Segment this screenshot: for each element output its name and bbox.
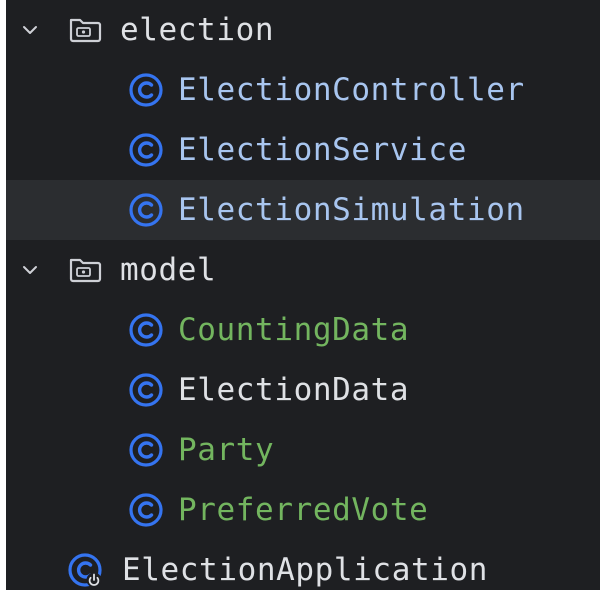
class-label: ElectionData [178,372,410,408]
class-icon [129,373,163,407]
class-label: PreferredVote [178,492,429,528]
class-label: ElectionSimulation [178,192,525,228]
tree-item-preferred-vote[interactable]: PreferredVote [6,480,600,540]
class-icon [129,313,163,347]
class-icon [129,133,163,167]
class-icon [129,433,163,467]
tree-folder-election[interactable]: election [6,0,600,60]
chevron-down-icon[interactable] [20,260,40,280]
class-label: ElectionApplication [122,552,489,588]
folder-icon [69,18,102,43]
class-label: CountingData [178,312,410,348]
class-icon [129,493,163,527]
tree-item-election-simulation[interactable]: ElectionSimulation [6,180,600,240]
tree-item-counting-data[interactable]: CountingData [6,300,600,360]
class-label: Party [178,432,275,468]
tree-item-party[interactable]: Party [6,420,600,480]
project-tree: election ElectionController ElectionServ… [6,0,600,590]
tree-item-election-data[interactable]: ElectionData [6,360,600,420]
tree-item-election-controller[interactable]: ElectionController [6,60,600,120]
folder-label: model [120,252,217,288]
class-label: ElectionController [178,72,525,108]
class-icon [129,73,163,107]
spring-boot-class-icon [68,553,102,588]
class-label: ElectionService [178,132,467,168]
tree-folder-model[interactable]: model [6,240,600,300]
folder-label: election [120,12,275,48]
class-icon [129,193,163,227]
tree-item-election-application[interactable]: ElectionApplication [6,540,600,590]
folder-icon [69,258,102,283]
chevron-down-icon[interactable] [20,20,40,40]
tree-item-election-service[interactable]: ElectionService [6,120,600,180]
